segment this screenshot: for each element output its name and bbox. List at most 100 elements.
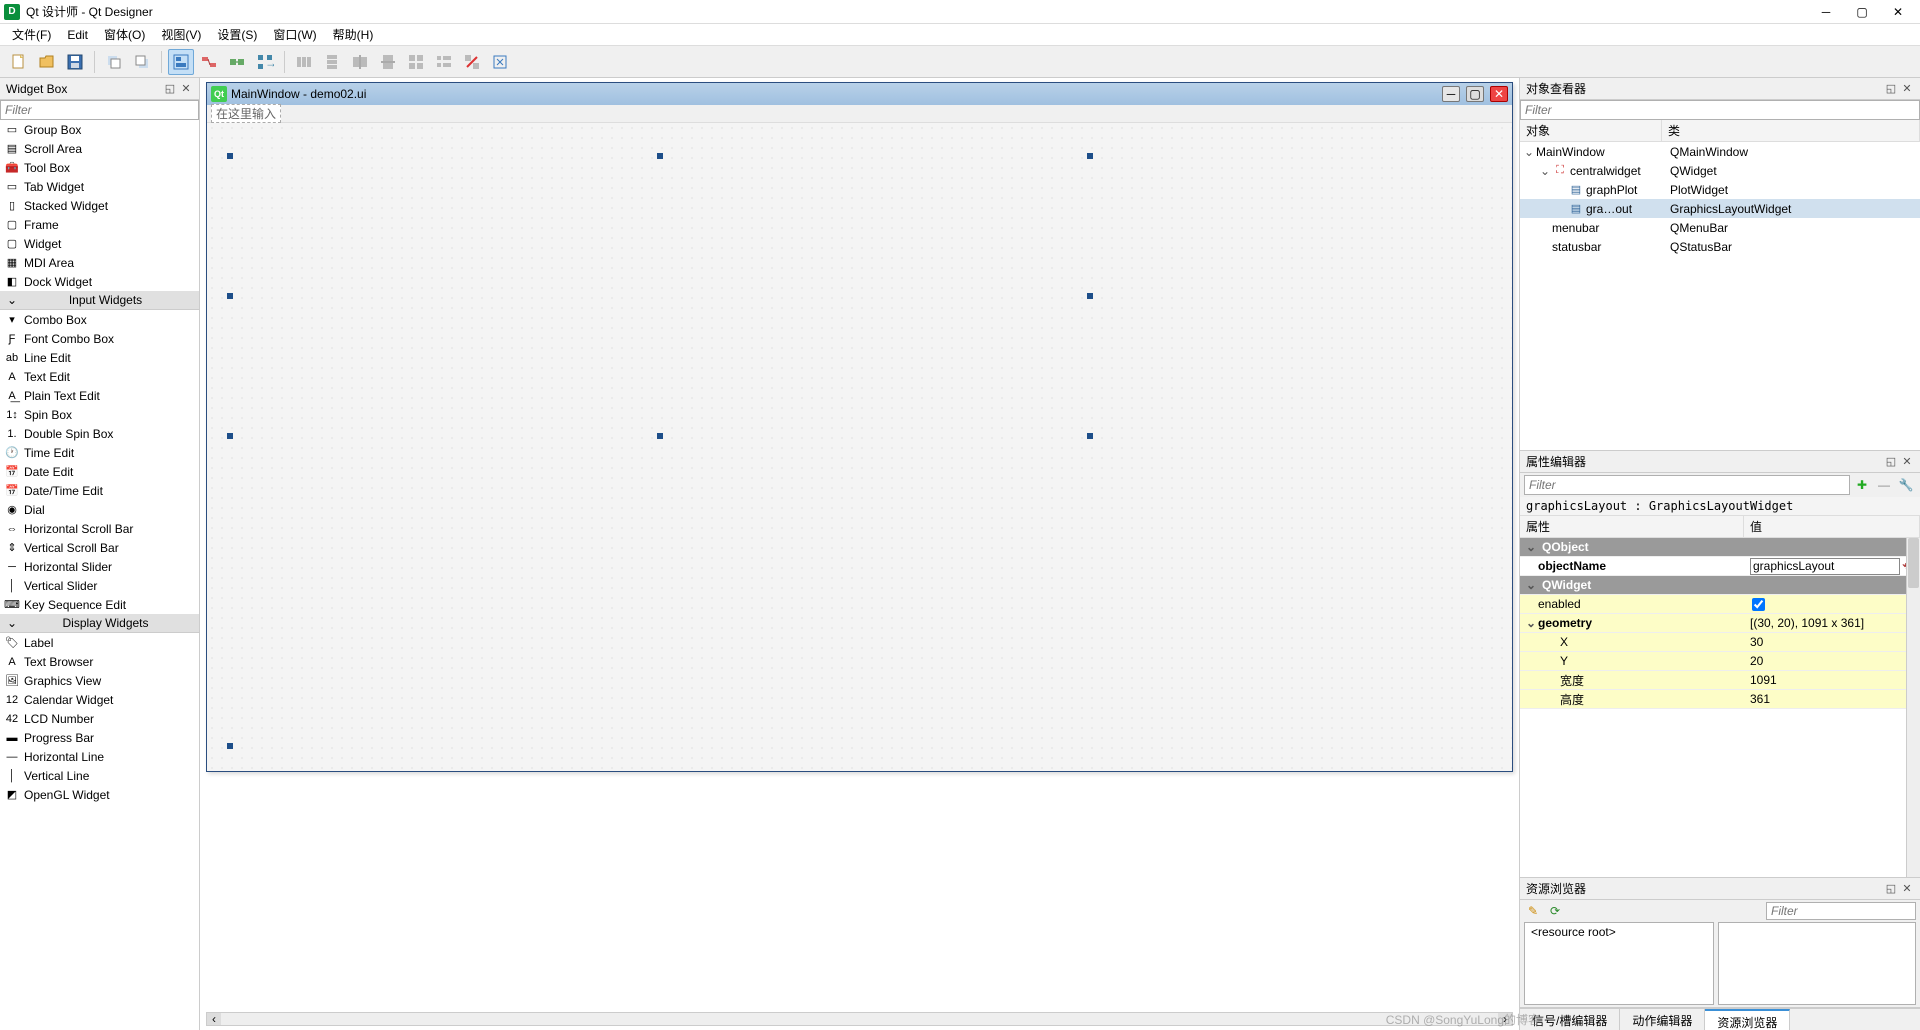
form-menubar-hint[interactable]: 在这里输入 <box>211 104 281 123</box>
property-scrollbar[interactable] <box>1906 538 1920 877</box>
widget-item[interactable]: 12Calendar Widget <box>0 690 199 709</box>
resource-edit-icon[interactable]: ✎ <box>1524 902 1542 920</box>
widget-box-list[interactable]: ▭Group Box▤Scroll Area🧰Tool Box▭Tab Widg… <box>0 120 199 1030</box>
object-row[interactable]: statusbarQStatusBar <box>1520 237 1920 256</box>
tool-breaklayout-icon[interactable] <box>459 49 485 75</box>
tool-layoutgrid-icon[interactable] <box>403 49 429 75</box>
object-row[interactable]: ▤graphPlotPlotWidget <box>1520 180 1920 199</box>
tool-adjustsize-icon[interactable] <box>487 49 513 75</box>
tool-edittaborder-icon[interactable]: → <box>252 49 278 75</box>
widget-item[interactable]: 🧰Tool Box <box>0 158 199 177</box>
tool-open-icon[interactable] <box>34 49 60 75</box>
property-category[interactable]: ⌄QWidget <box>1520 576 1920 595</box>
property-row[interactable]: enabled <box>1520 595 1920 614</box>
tool-layoutsplitv-icon[interactable] <box>375 49 401 75</box>
resource-filter-input[interactable] <box>1766 902 1916 920</box>
widget-item[interactable]: ▯Stacked Widget <box>0 196 199 215</box>
resource-browser-float-icon[interactable]: ◱ <box>1884 882 1898 896</box>
property-filter-input[interactable] <box>1524 475 1850 495</box>
widget-item[interactable]: AText Edit <box>0 367 199 386</box>
widget-item[interactable]: 🖼Graphics View <box>0 671 199 690</box>
widget-item[interactable]: AText Browser <box>0 652 199 671</box>
form-menubar[interactable]: 在这里输入 <box>207 105 1512 123</box>
tool-editwidgets-icon[interactable] <box>168 49 194 75</box>
object-row[interactable]: menubarQMenuBar <box>1520 218 1920 237</box>
widget-item[interactable]: —Horizontal Line <box>0 747 199 766</box>
menu-window[interactable]: 窗口(W) <box>265 24 324 45</box>
window-maximize-button[interactable]: ▢ <box>1844 0 1880 24</box>
widget-item[interactable]: ▭Tab Widget <box>0 177 199 196</box>
property-value-checkbox[interactable] <box>1752 598 1765 611</box>
obj-col-object[interactable]: 对象 <box>1520 120 1662 141</box>
menu-settings[interactable]: 设置(S) <box>209 24 265 45</box>
property-row[interactable]: 宽度1091 <box>1520 671 1920 690</box>
widget-item[interactable]: 1↕Spin Box <box>0 405 199 424</box>
widget-item[interactable]: 1.Double Spin Box <box>0 424 199 443</box>
menu-form[interactable]: 窗体(O) <box>96 24 153 45</box>
tree-toggle-icon[interactable]: ⌄ <box>1522 145 1536 159</box>
object-row[interactable]: ▤gra…outGraphicsLayoutWidget <box>1520 199 1920 218</box>
property-row[interactable]: Y20 <box>1520 652 1920 671</box>
widget-item[interactable]: ▢Frame <box>0 215 199 234</box>
object-tree[interactable]: ⌄MainWindowQMainWindow⌄⛶centralwidgetQWi… <box>1520 142 1920 450</box>
resource-preview[interactable] <box>1718 922 1916 1005</box>
widget-item[interactable]: ▬Progress Bar <box>0 728 199 747</box>
form-canvas[interactable] <box>207 123 1512 771</box>
widget-item[interactable]: ◧Dock Widget <box>0 272 199 291</box>
tool-save-icon[interactable] <box>62 49 88 75</box>
tool-bringfront-icon[interactable] <box>129 49 155 75</box>
widget-item[interactable]: ⌨Key Sequence Edit <box>0 595 199 614</box>
horizontal-scrollbar[interactable]: ‹ › <box>206 1012 1513 1026</box>
property-add-icon[interactable]: ✚ <box>1852 475 1872 495</box>
form-maximize-icon[interactable]: ▢ <box>1466 86 1484 102</box>
form-close-icon[interactable]: ✕ <box>1490 86 1508 102</box>
window-minimize-button[interactable]: ─ <box>1808 0 1844 24</box>
property-value-input[interactable] <box>1750 558 1900 575</box>
object-row[interactable]: ⌄MainWindowQMainWindow <box>1520 142 1920 161</box>
property-row[interactable]: ⌄geometry[(30, 20), 1091 x 361] <box>1520 614 1920 633</box>
menu-view[interactable]: 视图(V) <box>153 24 209 45</box>
scroll-left-icon[interactable]: ‹ <box>207 1013 221 1025</box>
form-minimize-icon[interactable]: ─ <box>1442 86 1460 102</box>
widget-item[interactable]: A͟Plain Text Edit <box>0 386 199 405</box>
widget-item[interactable]: ▭Group Box <box>0 120 199 139</box>
widget-item[interactable]: ▦MDI Area <box>0 253 199 272</box>
object-inspector-close-icon[interactable]: ✕ <box>1900 82 1914 96</box>
tab-resource-browser[interactable]: 资源浏览器 <box>1705 1009 1790 1030</box>
form-window[interactable]: Qt MainWindow - demo02.ui ─ ▢ ✕ 在这里输入 <box>206 82 1513 772</box>
widget-item[interactable]: 42LCD Number <box>0 709 199 728</box>
property-row[interactable]: X30 <box>1520 633 1920 652</box>
tool-editbuddies-icon[interactable] <box>224 49 250 75</box>
widget-box-float-icon[interactable]: ◱ <box>163 82 177 96</box>
object-inspector-filter-input[interactable] <box>1520 100 1920 120</box>
property-row[interactable]: 高度361 <box>1520 690 1920 709</box>
widget-item[interactable]: 🏷Label <box>0 633 199 652</box>
property-config-icon[interactable]: 🔧 <box>1896 475 1916 495</box>
widget-box-filter-input[interactable] <box>0 100 199 120</box>
tool-layouthoriz-icon[interactable] <box>291 49 317 75</box>
tool-layoutform-icon[interactable] <box>431 49 457 75</box>
menu-help[interactable]: 帮助(H) <box>325 24 382 45</box>
resource-tree[interactable]: <resource root> <box>1524 922 1714 1005</box>
property-list[interactable]: ⌄QObjectobjectName⟲⌄QWidgetenabled⌄geome… <box>1520 538 1920 877</box>
property-editor-close-icon[interactable]: ✕ <box>1900 455 1914 469</box>
tab-signal-slot-editor[interactable]: 信号/槽编辑器 <box>1520 1009 1620 1030</box>
widget-item[interactable]: 🕐Time Edit <box>0 443 199 462</box>
tool-editsignals-icon[interactable] <box>196 49 222 75</box>
widget-category[interactable]: ⌄Display Widgets <box>0 614 199 633</box>
tool-layoutsplith-icon[interactable] <box>347 49 373 75</box>
object-row[interactable]: ⌄⛶centralwidgetQWidget <box>1520 161 1920 180</box>
widget-item[interactable]: 📅Date Edit <box>0 462 199 481</box>
tab-action-editor[interactable]: 动作编辑器 <box>1620 1009 1705 1030</box>
property-editor-float-icon[interactable]: ◱ <box>1884 455 1898 469</box>
widget-item[interactable]: ⇕Vertical Scroll Bar <box>0 538 199 557</box>
widget-item[interactable]: ▢Widget <box>0 234 199 253</box>
prop-col-name[interactable]: 属性 <box>1520 516 1744 537</box>
menu-file[interactable]: 文件(F) <box>4 24 59 45</box>
widget-item[interactable]: ◉Dial <box>0 500 199 519</box>
tool-new-icon[interactable] <box>6 49 32 75</box>
widget-item[interactable]: 📅Date/Time Edit <box>0 481 199 500</box>
widget-item[interactable]: ƑFont Combo Box <box>0 329 199 348</box>
widget-item[interactable]: ▤Scroll Area <box>0 139 199 158</box>
resource-reload-icon[interactable]: ⟳ <box>1546 902 1564 920</box>
